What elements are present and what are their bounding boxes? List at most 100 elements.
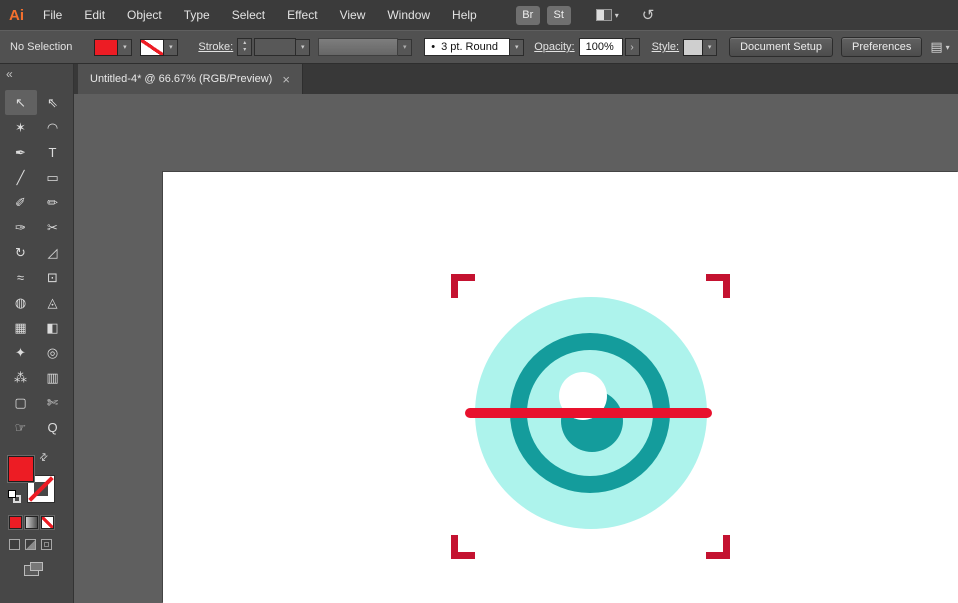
bridge-button[interactable]: Br [515, 5, 540, 25]
blend-tool[interactable]: ◎ [37, 340, 69, 365]
brush-definition-value: 3 pt. Round [441, 41, 498, 53]
chevron-down-icon: ▾ [118, 38, 133, 56]
arrange-documents-icon [595, 9, 612, 21]
document-area: Untitled-4* @ 66.67% (RGB/Preview) × [74, 64, 958, 603]
menu-edit[interactable]: Edit [73, 8, 116, 22]
screen-mode-icon [30, 562, 43, 571]
none-button[interactable] [40, 515, 55, 530]
width-tool[interactable]: ≈ [5, 265, 37, 290]
style-combo[interactable]: ▾ [683, 38, 718, 56]
color-button[interactable] [8, 515, 23, 530]
stroke-weight-value [254, 38, 297, 56]
rotate-tool[interactable]: ↻ [5, 240, 37, 265]
menu-help[interactable]: Help [441, 8, 488, 22]
paintbrush-tool[interactable]: ✐ [5, 190, 37, 215]
chevron-down-icon: ▾ [510, 38, 525, 56]
stock-button[interactable]: St [546, 5, 571, 25]
symbol-sprayer-tool[interactable]: ⁂ [5, 365, 37, 390]
stroke-color-swatch [140, 38, 165, 56]
tab-close-icon[interactable]: × [282, 72, 290, 87]
brush-preview-dot: • [431, 41, 436, 53]
column-graph-tool[interactable]: ▥ [37, 365, 69, 390]
selection-tool[interactable]: ↖ [4, 90, 37, 115]
eyedropper-tool[interactable]: ✦ [5, 340, 37, 365]
free-transform-tool[interactable]: ⊡ [37, 265, 69, 290]
chevron-down-icon: ▾ [164, 38, 179, 56]
stroke-color-combo[interactable]: ▾ [140, 38, 179, 56]
stroke-panel-link[interactable]: Stroke: [198, 41, 233, 53]
align-options-button[interactable]: ▤ ▾ [930, 39, 949, 55]
style-panel-link[interactable]: Style: [652, 41, 680, 53]
illustrator-logo: Ai [9, 6, 24, 24]
no-selection-label: No Selection [10, 41, 73, 53]
menu-view[interactable]: View [329, 8, 377, 22]
menu-window[interactable]: Window [376, 8, 441, 22]
draw-behind-button[interactable] [25, 539, 36, 550]
fill-stroke-indicator: ⇄ [7, 451, 56, 504]
opacity-panel-link[interactable]: Opacity: [534, 41, 574, 53]
arrange-documents-button[interactable]: ▾ [595, 9, 619, 21]
fill-swatch[interactable] [7, 455, 35, 483]
menu-type[interactable]: Type [173, 8, 221, 22]
crop-mark-bottom-left[interactable] [451, 535, 475, 559]
preferences-button[interactable]: Preferences [841, 37, 923, 57]
default-fill-stroke-icon[interactable] [8, 490, 22, 504]
document-tab-title: Untitled-4* @ 66.67% (RGB/Preview) [90, 73, 273, 85]
document-tab[interactable]: Untitled-4* @ 66.67% (RGB/Preview) × [78, 64, 303, 94]
direct-selection-tool[interactable]: ⇖ [37, 90, 69, 115]
tools-panel: « ↖ ⇖ ✶ ◠ ✒ T ╱ ▭ ✐ ✏ ✑ ✂ ↻ ◿ ≈ ⊡ ◍ ◬ ▦ ◧ ✦ ◎ ⁂ ▥ ▢ ✄ ☞ Q ⇄ [0, 64, 74, 603]
blob-brush-tool[interactable]: ✑ [5, 215, 37, 240]
variable-width-combo: ▾ [318, 38, 413, 56]
canvas[interactable] [74, 94, 958, 603]
draw-normal-button[interactable] [9, 539, 20, 550]
line-segment-tool[interactable]: ╱ [5, 165, 37, 190]
stroke-weight-combo[interactable]: ▾ [254, 38, 311, 56]
chevron-down-icon: ▾ [614, 10, 619, 20]
slice-tool[interactable]: ✄ [37, 390, 69, 415]
magic-wand-tool[interactable]: ✶ [5, 115, 37, 140]
rectangle-tool[interactable]: ▭ [37, 165, 69, 190]
scissors-tool[interactable]: ✂ [37, 215, 69, 240]
screen-mode-button[interactable] [24, 562, 44, 576]
menu-select[interactable]: Select [221, 8, 276, 22]
illustrator-window: Ai File Edit Object Type Select Effect View Win… [0, 0, 958, 603]
draw-inside-button[interactable] [41, 539, 52, 550]
shape-builder-tool[interactable]: ◍ [5, 290, 37, 315]
control-bar: No Selection ▾ ▾ Stroke: ▴ ▾ ▾ ▾ • 3 pt.… [0, 30, 958, 64]
tab-bar: Untitled-4* @ 66.67% (RGB/Preview) × [74, 64, 958, 94]
gradient-tool[interactable]: ◧ [37, 315, 69, 340]
chevron-down-icon: ▾ [945, 42, 950, 52]
fill-color-swatch [94, 38, 119, 56]
zoom-tool[interactable]: Q [37, 415, 69, 440]
document-setup-button[interactable]: Document Setup [729, 37, 834, 57]
type-tool[interactable]: T [37, 140, 69, 165]
crop-mark-top-left[interactable] [451, 274, 475, 298]
swap-fill-stroke-icon[interactable]: ⇄ [37, 451, 51, 465]
menu-file[interactable]: File [32, 8, 73, 22]
brush-definition-combo[interactable]: • 3 pt. Round ▾ [424, 38, 525, 56]
variable-width-preview [318, 38, 399, 56]
hand-tool[interactable]: ☞ [5, 415, 37, 440]
pencil-tool[interactable]: ✏ [37, 190, 69, 215]
red-stroke-line[interactable] [465, 408, 712, 418]
crop-mark-top-right[interactable] [706, 274, 730, 298]
scale-tool[interactable]: ◿ [37, 240, 69, 265]
gradient-button[interactable] [24, 515, 39, 530]
sync-icon[interactable]: ↺ [642, 6, 655, 24]
collapse-panel-button[interactable]: « [0, 64, 73, 84]
stroke-weight-stepper[interactable]: ▴ ▾ [237, 38, 253, 56]
crop-mark-bottom-right[interactable] [706, 535, 730, 559]
artboard-tool[interactable]: ▢ [5, 390, 37, 415]
lasso-tool[interactable]: ◠ [37, 115, 69, 140]
spinner-up-icon: ▴ [243, 40, 247, 46]
pen-tool[interactable]: ✒ [5, 140, 37, 165]
opacity-more-button[interactable]: › [624, 38, 640, 56]
opacity-input[interactable]: 100% [578, 38, 623, 56]
menu-object[interactable]: Object [116, 8, 173, 22]
perspective-grid-tool[interactable]: ◬ [37, 290, 69, 315]
mesh-tool[interactable]: ▦ [5, 315, 37, 340]
menu-effect[interactable]: Effect [276, 8, 328, 22]
style-swatch [683, 38, 704, 56]
workspace: « ↖ ⇖ ✶ ◠ ✒ T ╱ ▭ ✐ ✏ ✑ ✂ ↻ ◿ ≈ ⊡ ◍ ◬ ▦ ◧ ✦ ◎ ⁂ ▥ ▢ ✄ ☞ Q ⇄ [0, 64, 958, 603]
fill-color-combo[interactable]: ▾ [94, 38, 133, 56]
